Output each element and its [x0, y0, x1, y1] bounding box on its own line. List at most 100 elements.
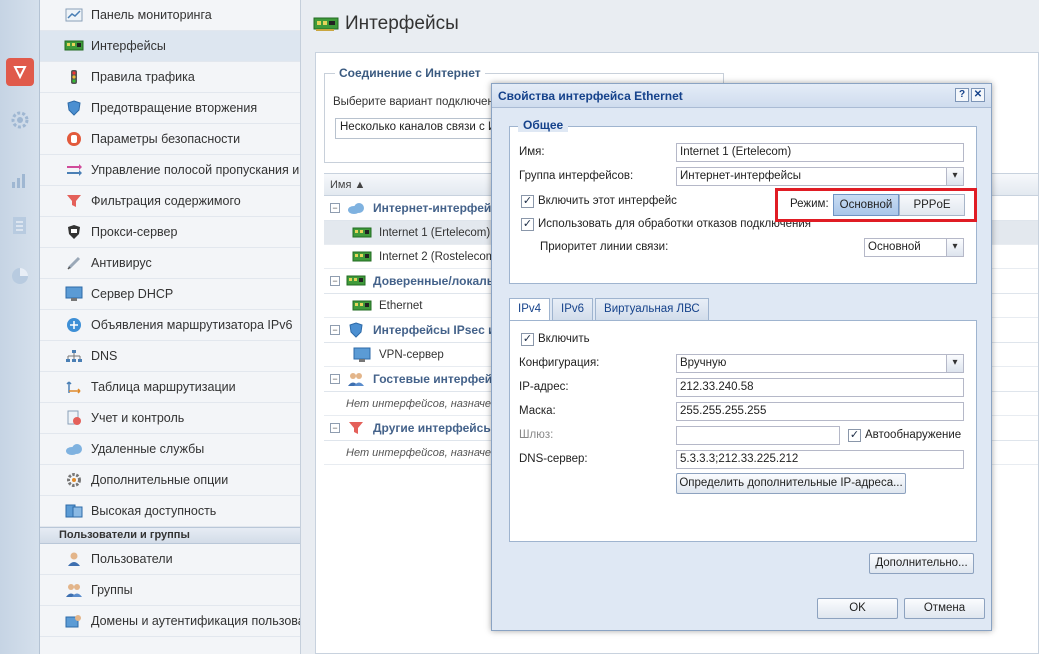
ipv4-enable-checkbox[interactable]: ✓	[521, 333, 534, 346]
sidebar-item-2[interactable]: Правила трафика	[40, 62, 300, 93]
sidebar-item-16[interactable]: Высокая доступность	[40, 496, 300, 527]
sidebar-item-0-users[interactable]: Пользователи	[40, 544, 300, 575]
sidebar-item-label: Объявления маршрутизатора IPv6	[91, 318, 293, 332]
general-legend: Общее	[518, 118, 569, 132]
sidebar-item-14[interactable]: Удаленные службы	[40, 434, 300, 465]
name-input[interactable]: Internet 1 (Ertelecom)	[676, 143, 964, 162]
name-label: Имя:	[519, 146, 545, 158]
ipv4-enable-label: Включить	[538, 333, 590, 345]
interface-group-select[interactable]: Интернет-интерфейсы	[676, 167, 964, 186]
table-row-label: VPN-сервер	[379, 348, 444, 361]
ipv4-panel: ✓ Включить Конфигурация: Вручную IP-адре…	[509, 320, 977, 542]
sidebar-item-4[interactable]: Параметры безопасности	[40, 124, 300, 155]
rail-settings-gear-icon[interactable]	[6, 106, 34, 134]
sidebar-item-label: Удаленные службы	[91, 442, 205, 456]
tab-vlan[interactable]: Виртуальная ЛВС	[595, 298, 709, 320]
mask-input[interactable]: 255.255.255.255	[676, 402, 964, 421]
network-card-icon	[346, 273, 366, 289]
config-select[interactable]: Вручную	[676, 354, 964, 373]
shield-icon	[64, 100, 84, 116]
sidebar-item-11[interactable]: DNS	[40, 341, 300, 372]
sidebar-item-label: Параметры безопасности	[91, 132, 241, 146]
ok-button[interactable]: OK	[817, 598, 898, 619]
failover-checkbox[interactable]: ✓	[521, 218, 534, 231]
sidebar-item-label: Панель мониторинга	[91, 8, 212, 22]
routing-table-icon	[64, 379, 84, 395]
sidebar-item-label: Пользователи	[91, 552, 173, 566]
advanced-button[interactable]: Дополнительно...	[869, 553, 974, 574]
mode-pppoe-button[interactable]: PPPoE	[899, 194, 965, 216]
dashboard-icon	[64, 7, 84, 23]
interface-group-value: Интернет-интерфейсы	[680, 170, 802, 182]
close-icon[interactable]: ✕	[971, 88, 985, 102]
sidebar-item-10[interactable]: Объявления маршрутизатора IPv6	[40, 310, 300, 341]
tab-ipv4[interactable]: IPv4	[509, 298, 551, 321]
tab-ipv6[interactable]: IPv6	[552, 298, 594, 320]
rail-security-shield-icon[interactable]	[6, 58, 34, 86]
sidebar-item-6[interactable]: Фильтрация содержимого	[40, 186, 300, 217]
sidebar-item-label: Дополнительные опции	[91, 473, 229, 487]
rail-statistics-bars-icon[interactable]	[6, 166, 34, 194]
collapse-icon[interactable]: −	[330, 203, 340, 213]
app-rail	[0, 0, 40, 654]
table-row-label: Internet 1 (Ertelecom)	[379, 226, 491, 239]
connection-prompt: Выберите вариант подключени	[333, 96, 501, 108]
domain-icon	[64, 613, 84, 629]
dialog-titlebar[interactable]: Свойства интерфейса Ethernet	[492, 84, 991, 108]
ip-input[interactable]: 212.33.240.58	[676, 378, 964, 397]
mode-main-button[interactable]: Основной	[833, 194, 899, 216]
filter-icon	[64, 193, 84, 209]
network-card-icon	[64, 38, 84, 54]
syringe-icon	[64, 255, 84, 271]
group-icon	[346, 371, 366, 387]
config-label: Конфигурация:	[519, 357, 600, 369]
collapse-icon[interactable]: −	[330, 374, 340, 384]
sidebar-item-15[interactable]: Дополнительные опции	[40, 465, 300, 496]
dialog-title: Свойства интерфейса Ethernet	[498, 88, 683, 103]
autodetect-checkbox[interactable]: ✓	[848, 429, 861, 442]
sidebar-item-7[interactable]: Прокси-сервер	[40, 217, 300, 248]
collapse-icon[interactable]: −	[330, 325, 340, 335]
gateway-input[interactable]	[676, 426, 840, 445]
connection-mode-select[interactable]: Несколько каналов связи с Инт	[335, 118, 515, 139]
table-row-label: Ethernet	[379, 299, 423, 312]
priority-select[interactable]: Основной	[864, 238, 964, 257]
shield-icon	[346, 322, 366, 338]
sidebar-item-13[interactable]: Учет и контроль	[40, 403, 300, 434]
sidebar-item-1-users[interactable]: Группы	[40, 575, 300, 606]
sidebar-item-label: Правила трафика	[91, 70, 195, 84]
sidebar-item-0[interactable]: Панель мониторинга	[40, 0, 300, 31]
enable-interface-checkbox[interactable]: ✓	[521, 195, 534, 208]
extra-ip-button[interactable]: Определить дополнительные IP-адреса...	[676, 473, 906, 494]
sidebar-item-3[interactable]: Предотвращение вторжения	[40, 93, 300, 124]
column-header-name[interactable]: Имя ▲	[330, 179, 365, 191]
collapse-icon[interactable]: −	[330, 276, 340, 286]
cancel-button[interactable]: Отмена	[904, 598, 985, 619]
sidebar-item-label: DNS	[91, 349, 118, 363]
sidebar-item-1[interactable]: Интерфейсы	[40, 31, 300, 62]
help-icon[interactable]: ?	[955, 88, 969, 102]
sidebar-item-9[interactable]: Сервер DHCP	[40, 279, 300, 310]
cloud-icon	[64, 441, 84, 457]
internet-connection-legend: Соединение с Интернет	[335, 66, 485, 80]
sidebar-item-2-users[interactable]: Домены и аутентификация пользова	[40, 606, 300, 637]
sidebar-item-5[interactable]: Управление полосой пропускания и	[40, 155, 300, 186]
arrows-icon	[64, 162, 84, 178]
proxy-shield-icon	[64, 224, 84, 240]
failover-label: Использовать для обработки отказов подкл…	[538, 218, 811, 230]
dns-input[interactable]: 5.3.3.3;212.33.225.212	[676, 450, 964, 469]
rail-logs-document-icon[interactable]	[6, 212, 34, 240]
dialog-tabs: IPv4 IPv6 Виртуальная ЛВС	[509, 298, 711, 321]
sidebar-item-label: Таблица маршрутизации	[91, 380, 236, 394]
sidebar-item-8[interactable]: Антивирус	[40, 248, 300, 279]
section-header-users: Пользователи и группы	[40, 527, 300, 544]
enable-interface-label: Включить этот интерфейс	[538, 195, 677, 207]
rail-reports-pie-icon[interactable]	[6, 262, 34, 290]
sidebar-item-label: Предотвращение вторжения	[91, 101, 258, 115]
servers-icon	[64, 503, 84, 519]
general-fieldset: Общее Имя: Internet 1 (Ertelecom) Группа…	[509, 118, 977, 284]
sidebar-item-label: Учет и контроль	[91, 411, 185, 425]
collapse-icon[interactable]: −	[330, 423, 340, 433]
dns-label: DNS-сервер:	[519, 453, 588, 465]
sidebar-item-12[interactable]: Таблица маршрутизации	[40, 372, 300, 403]
